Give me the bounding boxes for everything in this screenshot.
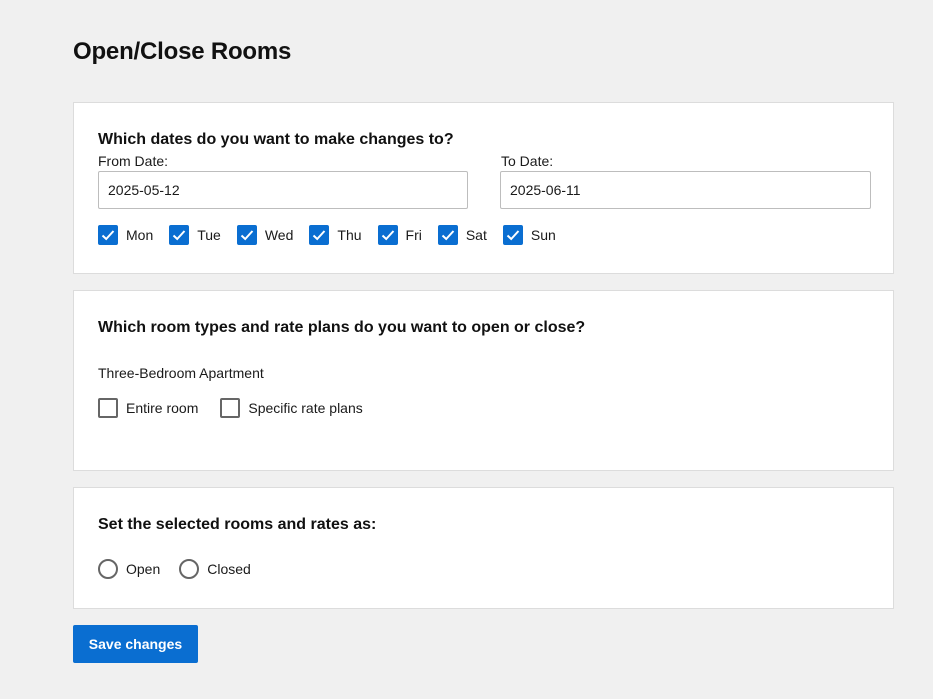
to-date-input[interactable]	[500, 171, 871, 209]
page-title: Open/Close Rooms	[73, 38, 292, 65]
rooms-card: Which room types and rate plans do you w…	[73, 290, 894, 471]
day-label: Sat	[465, 227, 487, 243]
status-card: Set the selected rooms and rates as: Ope…	[73, 487, 894, 609]
dates-card: Which dates do you want to make changes …	[73, 102, 894, 274]
checkbox-box[interactable]	[98, 398, 118, 418]
save-changes-button[interactable]: Save changes	[73, 625, 198, 663]
specific-rate-plans-checkbox[interactable]: Specific rate plans	[220, 398, 363, 418]
to-date-label: To Date:	[501, 153, 554, 169]
specific-rate-plans-label: Specific rate plans	[248, 400, 363, 416]
closed-label: Closed	[207, 561, 251, 577]
checkmark-icon[interactable]	[377, 225, 398, 245]
day-label: Wed	[264, 227, 294, 243]
closed-radio[interactable]: Closed	[179, 559, 251, 579]
day-label: Sun	[530, 227, 556, 243]
day-checkbox-sun[interactable]: Sun	[502, 225, 556, 245]
from-date-label: From Date:	[98, 153, 169, 169]
entire-room-checkbox[interactable]: Entire room	[98, 398, 198, 418]
open-radio[interactable]: Open	[98, 559, 160, 579]
checkmark-icon[interactable]	[98, 225, 118, 245]
checkmark-icon[interactable]	[169, 225, 190, 245]
checkmark-icon[interactable]	[236, 225, 257, 245]
day-checkbox-tue[interactable]: Tue	[169, 225, 221, 245]
radio-circle[interactable]	[98, 559, 118, 579]
checkbox-box[interactable]	[220, 398, 241, 418]
weekday-checkbox-group: Mon Tue Wed Thu Fri Sat Sun	[98, 225, 572, 245]
status-section-title: Set the selected rooms and rates as:	[98, 516, 377, 533]
entire-room-label: Entire room	[126, 400, 199, 416]
room-type-name: Three-Bedroom Apartment	[98, 365, 264, 381]
dates-section-title: Which dates do you want to make changes …	[98, 131, 454, 148]
status-radio-group: Open Closed	[98, 559, 270, 579]
day-label: Thu	[337, 227, 362, 243]
checkmark-icon[interactable]	[502, 225, 523, 245]
day-checkbox-sat[interactable]: Sat	[437, 225, 487, 245]
checkmark-icon[interactable]	[309, 225, 330, 245]
day-checkbox-fri[interactable]: Fri	[377, 225, 422, 245]
radio-circle[interactable]	[179, 559, 200, 579]
day-label: Mon	[126, 227, 154, 243]
day-checkbox-wed[interactable]: Wed	[236, 225, 294, 245]
day-label: Fri	[405, 227, 422, 243]
day-checkbox-thu[interactable]: Thu	[309, 225, 362, 245]
room-option-group: Entire room Specific rate plans	[98, 398, 385, 418]
day-label: Tue	[197, 227, 221, 243]
checkmark-icon[interactable]	[437, 225, 458, 245]
from-date-input[interactable]	[98, 171, 468, 209]
rooms-section-title: Which room types and rate plans do you w…	[98, 319, 586, 336]
open-label: Open	[126, 561, 161, 577]
day-checkbox-mon[interactable]: Mon	[98, 225, 153, 245]
